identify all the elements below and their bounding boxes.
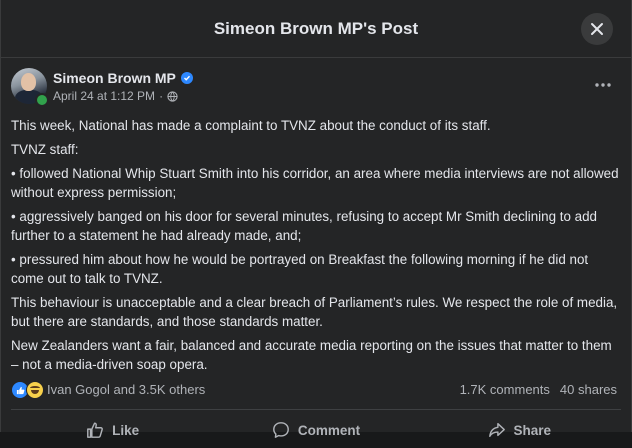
post-paragraph: TVNZ staff: [11, 142, 79, 157]
shares-count[interactable]: 40 shares [560, 382, 617, 397]
post-paragraph: New Zealanders want a fair, balanced and… [11, 338, 612, 372]
comment-icon [272, 422, 289, 438]
post-modal: Simeon Brown MP's Post Simeon Brown MP A… [0, 0, 632, 438]
post-timestamp[interactable]: April 24 at 1:12 PM [53, 89, 155, 103]
author-name-row: Simeon Brown MP [53, 70, 193, 86]
post-paragraph: This week, National has made a complaint… [11, 118, 491, 133]
comment-label: Comment [297, 422, 361, 438]
more-options-button[interactable] [595, 74, 611, 92]
post-actions: Like Comment Share [11, 412, 621, 448]
thumbs-up-icon [87, 422, 104, 438]
reaction-icons[interactable] [11, 381, 44, 399]
globe-icon [167, 90, 178, 102]
share-label: Share [513, 422, 552, 438]
post-paragraph: • aggressively banged on his door for se… [11, 209, 598, 243]
share-icon [488, 422, 505, 438]
comments-count[interactable]: 1.7K comments [460, 382, 550, 397]
post-paragraph: This behaviour is unacceptable and a cle… [11, 295, 618, 329]
haha-reaction-icon [26, 381, 44, 399]
post-author-row: Simeon Brown MP April 24 at 1:12 PM · [1, 68, 631, 116]
close-icon [591, 23, 603, 35]
modal-header: Simeon Brown MP's Post [1, 0, 631, 58]
post-paragraph: • followed National Whip Stuart Smith in… [11, 166, 619, 200]
more-options-icon [595, 83, 611, 87]
like-button[interactable]: Like [11, 412, 214, 448]
online-status-icon [35, 93, 49, 107]
modal-title: Simeon Brown MP's Post [213, 18, 419, 38]
reactions-row: Ivan Gogol and 3.5K others 1.7K comments… [1, 379, 631, 401]
comment-button[interactable]: Comment [214, 412, 417, 448]
author-name[interactable]: Simeon Brown MP [53, 70, 176, 86]
share-button[interactable]: Share [418, 412, 621, 448]
actions-divider [11, 409, 621, 410]
meta-separator: · [159, 89, 164, 103]
close-button[interactable] [581, 13, 613, 45]
reaction-summary[interactable]: Ivan Gogol and 3.5K others [47, 382, 205, 397]
post-paragraph: • pressured him about how he would be po… [11, 252, 589, 286]
like-label: Like [112, 422, 140, 438]
post-stats: 1.7K comments 40 shares [460, 382, 617, 397]
post-content: This week, National has made a complaint… [1, 116, 631, 374]
post-meta: April 24 at 1:12 PM · [53, 89, 178, 103]
verified-badge-icon [180, 72, 193, 84]
